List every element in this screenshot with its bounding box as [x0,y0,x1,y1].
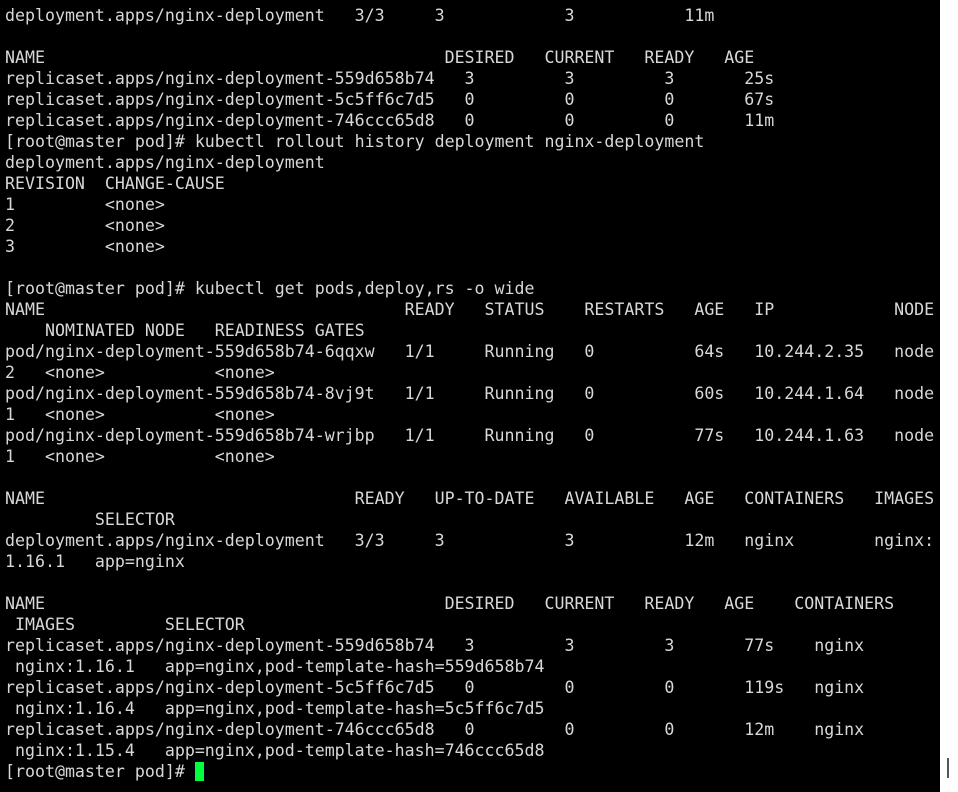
terminal-line: REVISION CHANGE-CAUSE [5,174,225,193]
terminal-line: 1 <none> [5,195,165,214]
terminal-line: 2 <none> [5,216,165,235]
terminal-line: deployment.apps/nginx-deployment 3/3 3 3… [5,531,935,550]
terminal-line: deployment.apps/nginx-deployment 3/3 3 3… [5,6,715,25]
terminal-line: nginx:1.16.1 app=nginx,pod-template-hash… [5,657,545,676]
terminal-line: pod/nginx-deployment-559d658b74-6qqxw 1/… [5,342,935,361]
scrollbar[interactable] [940,0,958,792]
terminal-output: deployment.apps/nginx-deployment 3/3 3 3… [5,5,934,782]
terminal-line: IMAGES SELECTOR [5,615,245,634]
terminal-line: pod/nginx-deployment-559d658b74-8vj9t 1/… [5,384,935,403]
terminal-line: nginx:1.16.4 app=nginx,pod-template-hash… [5,699,545,718]
terminal-line: replicaset.apps/nginx-deployment-5c5ff6c… [5,90,775,109]
prompt-line[interactable]: [root@master pod]# [5,761,934,782]
terminal-line: pod/nginx-deployment-559d658b74-wrjbp 1/… [5,426,935,445]
terminal-line: deployment.apps/nginx-deployment [5,153,325,172]
terminal-line: 3 <none> [5,237,165,256]
terminal-line: nginx:1.15.4 app=nginx,pod-template-hash… [5,741,545,760]
terminal-line: replicaset.apps/nginx-deployment-746ccc6… [5,720,865,739]
terminal-line: NAME READY UP-TO-DATE AVAILABLE AGE CONT… [5,489,935,508]
terminal-line: NAME DESIRED CURRENT READY AGE CONTAINER… [5,594,895,613]
terminal-line: [root@master pod]# kubectl get pods,depl… [5,279,535,298]
shell-prompt: [root@master pod]# [5,762,195,781]
terminal-line: 2 <none> <none> [5,363,275,382]
terminal-line: NOMINATED NODE READINESS GATES [5,321,365,340]
terminal-line: [root@master pod]# kubectl rollout histo… [5,132,705,151]
text-cursor [194,762,204,781]
terminal-line: NAME DESIRED CURRENT READY AGE [5,48,755,67]
scrollbar-thumb[interactable] [947,758,949,778]
terminal-line: NAME READY STATUS RESTARTS AGE IP NODE [5,300,935,319]
terminal-line: replicaset.apps/nginx-deployment-559d658… [5,69,775,88]
terminal-line: 1.16.1 app=nginx [5,552,185,571]
terminal-line: replicaset.apps/nginx-deployment-559d658… [5,636,865,655]
terminal-line: 1 <none> <none> [5,405,275,424]
terminal-line: replicaset.apps/nginx-deployment-5c5ff6c… [5,678,865,697]
terminal-line: 1 <none> <none> [5,447,275,466]
terminal-line: replicaset.apps/nginx-deployment-746ccc6… [5,111,775,130]
terminal-line: SELECTOR [5,510,175,529]
terminal-window[interactable]: deployment.apps/nginx-deployment 3/3 3 3… [0,0,940,792]
